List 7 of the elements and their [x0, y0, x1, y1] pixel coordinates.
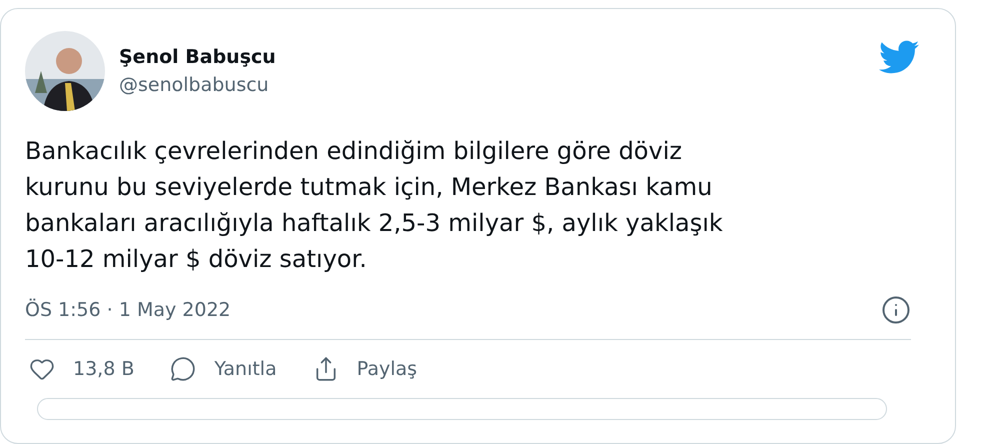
- tweet-text: Bankacılık çevrelerinden edindiğim bilgilere göre döviz kurunu bu seviyelerde tutmak için, Merkez Bankası kamu bankaları aracılığıyla haftalık 2,5-3 milyar $, aylık yaklaşık 10-12 milyar $ döviz satıyor.: [25, 136, 724, 275]
- like-button[interactable]: 13,8 B: [29, 356, 134, 382]
- tweet-timestamp: ÖS 1:56 · 1 May 2022: [25, 299, 231, 321]
- reply-button[interactable]: Yanıtla: [170, 356, 277, 382]
- author-handle: @senolbabuscu: [119, 74, 270, 96]
- author-name: Şenol Babuşcu: [119, 46, 277, 68]
- share-button[interactable]: Paylaş: [312, 356, 418, 382]
